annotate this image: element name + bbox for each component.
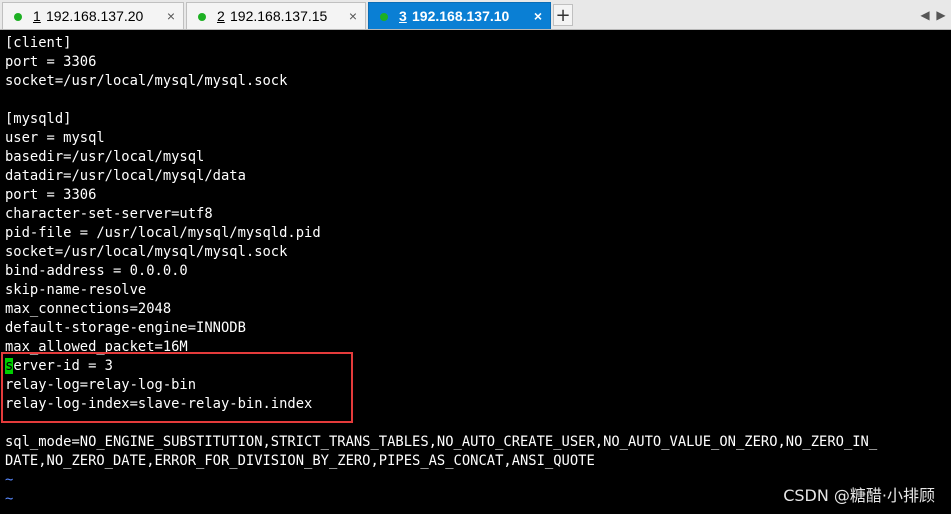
tab-number: 1 <box>33 8 41 24</box>
terminal-line: basedir=/usr/local/mysql <box>5 149 205 165</box>
connected-status-icon <box>380 13 388 21</box>
tab-session-1[interactable]: 1 192.168.137.20 × <box>2 2 184 29</box>
tab-number: 3 <box>399 8 407 24</box>
tab-number: 2 <box>217 8 225 24</box>
tab-bar: 1 192.168.137.20 × 2 192.168.137.15 × 3 … <box>0 0 951 30</box>
connected-status-icon <box>198 13 206 21</box>
terminal-line: DATE,NO_ZERO_DATE,ERROR_FOR_DIVISION_BY_… <box>5 453 595 469</box>
terminal-line-empty-marker: ~ <box>5 491 14 507</box>
tab-host: 192.168.137.20 <box>46 8 144 24</box>
terminal-line: [client] <box>5 35 72 51</box>
tab-host: 192.168.137.10 <box>412 8 510 24</box>
terminal-line-empty-marker: ~ <box>5 472 14 488</box>
terminal-line: port = 3306 <box>5 187 97 203</box>
terminal-line: sql_mode=NO_ENGINE_SUBSTITUTION,STRICT_T… <box>5 434 878 450</box>
new-tab-button[interactable]: + <box>553 4 573 26</box>
terminal-line: character-set-server=utf8 <box>5 206 213 222</box>
terminal-line: datadir=/usr/local/mysql/data <box>5 168 246 184</box>
terminal-line: max_connections=2048 <box>5 301 172 317</box>
watermark: CSDN @糖醋·小排顾 <box>783 486 935 505</box>
terminal-output[interactable]: [client] port = 3306 socket=/usr/local/m… <box>0 30 951 514</box>
terminal-line: skip-name-resolve <box>5 282 147 298</box>
terminal-line: [mysqld] <box>5 111 72 127</box>
tab-session-2[interactable]: 2 192.168.137.15 × <box>186 2 366 29</box>
tab-host: 192.168.137.15 <box>230 8 328 24</box>
scroll-tabs-right-icon[interactable]: ▶ <box>934 6 948 24</box>
tab-session-3[interactable]: 3 192.168.137.10 × <box>368 2 551 29</box>
terminal-line: default-storage-engine=INNODB <box>5 320 246 336</box>
terminal-line: port = 3306 <box>5 54 97 70</box>
highlight-annotation-box <box>1 352 353 423</box>
close-icon[interactable]: × <box>349 3 357 29</box>
close-icon[interactable]: × <box>534 3 542 29</box>
terminal-line: socket=/usr/local/mysql/mysql.sock <box>5 244 288 260</box>
scroll-tabs-left-icon[interactable]: ◀ <box>918 6 932 24</box>
terminal-line: user = mysql <box>5 130 105 146</box>
terminal-line: socket=/usr/local/mysql/mysql.sock <box>5 73 288 89</box>
connected-status-icon <box>14 13 22 21</box>
terminal-line: bind-address = 0.0.0.0 <box>5 263 188 279</box>
terminal-line: pid-file = /usr/local/mysql/mysqld.pid <box>5 225 321 241</box>
close-icon[interactable]: × <box>167 3 175 29</box>
